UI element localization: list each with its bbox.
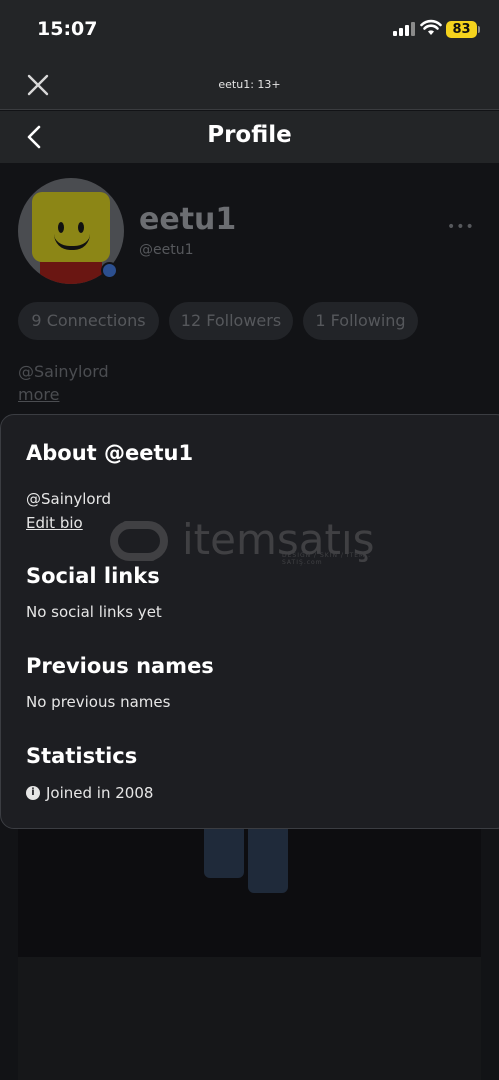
- watermark-tagline: DESIGN / SKIN / ITEM . SATIŞ.com: [282, 552, 404, 566]
- edit-bio-link[interactable]: Edit bio: [26, 514, 83, 532]
- about-sheet: About @eetu1 @Sainylord Edit bio Social …: [0, 414, 499, 829]
- avatar-preview-legs: [204, 828, 292, 893]
- cellular-signal-icon: [393, 22, 415, 36]
- bio-more-link[interactable]: more: [18, 385, 59, 404]
- avatar-eye: [58, 222, 64, 233]
- app-screen: 15:07 83 eetu1: 13+ Profile eetu1 @eetu1…: [0, 0, 499, 1080]
- following-chip[interactable]: 1 Following: [303, 302, 418, 340]
- watermark-logo-icon: [110, 521, 168, 561]
- profile-bio: @Sainylord: [18, 362, 109, 381]
- avatar-head: [32, 192, 110, 262]
- content-panel: [18, 957, 481, 1080]
- battery-tip: [478, 26, 480, 33]
- social-links-text: No social links yet: [26, 603, 162, 621]
- display-name: eetu1: [139, 202, 237, 237]
- profile-header: Profile: [0, 111, 499, 163]
- watermark: itemsatış DESIGN / SKIN / ITEM . SATIŞ.c…: [104, 515, 404, 566]
- statistics-title: Statistics: [26, 744, 138, 768]
- experience-title: eetu1: 13+: [218, 78, 281, 91]
- about-title: About @eetu1: [26, 441, 194, 465]
- battery-level: 83: [446, 21, 477, 38]
- about-bio: @Sainylord: [26, 490, 112, 508]
- top-bar: eetu1: 13+: [0, 60, 499, 110]
- previous-names-text: No previous names: [26, 693, 171, 711]
- page-title: Profile: [207, 122, 292, 148]
- status-time: 15:07: [37, 18, 98, 40]
- joined-date: Joined in 2008: [46, 784, 154, 802]
- presence-indicator: [101, 262, 118, 279]
- info-icon: i: [26, 786, 40, 800]
- previous-names-title: Previous names: [26, 654, 214, 678]
- avatar-eye: [78, 222, 84, 233]
- wifi-icon: [420, 19, 442, 35]
- connections-chip[interactable]: 9 Connections: [18, 302, 159, 340]
- more-options-icon[interactable]: •••: [447, 219, 475, 235]
- username: @eetu1: [139, 242, 194, 258]
- watermark-domain: .com: [303, 559, 323, 566]
- social-links-title: Social links: [26, 564, 160, 588]
- avatar-mouth: [54, 234, 90, 250]
- followers-chip[interactable]: 12 Followers: [169, 302, 293, 340]
- status-bar: 15:07 83: [0, 0, 499, 60]
- watermark-tagline-text: DESIGN / SKIN / ITEM . SATIŞ: [282, 552, 372, 566]
- avatar-body: [40, 262, 102, 284]
